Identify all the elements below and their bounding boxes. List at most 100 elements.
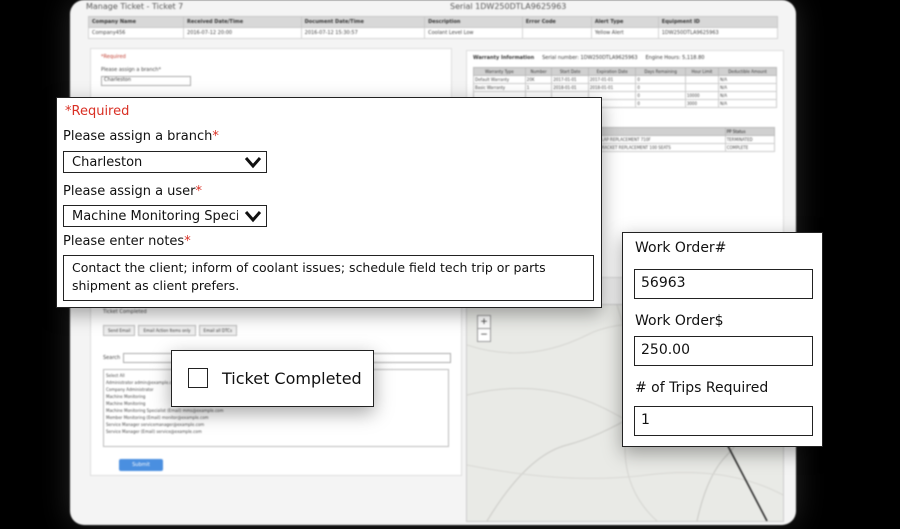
user-select-value: Machine Monitoring Specialist xyxy=(72,209,238,224)
background-branch-select[interactable]: Charleston xyxy=(101,76,191,86)
column-header: Start Date xyxy=(551,67,589,76)
work-order-number-label: Work Order# xyxy=(635,240,727,256)
zoom-in-icon[interactable]: + xyxy=(478,316,490,328)
required-note: *Required xyxy=(65,104,130,119)
table-cell: 2018-01-01 xyxy=(551,83,589,92)
column-header: Error Code xyxy=(521,16,592,28)
table-cell: COMPLETE xyxy=(724,143,776,152)
column-header: PP Status xyxy=(724,127,776,136)
background-ticket-completed-label: Ticket Completed xyxy=(103,309,147,315)
work-order-amount-input[interactable]: 250.00 xyxy=(634,336,813,366)
table-cell: 1 xyxy=(524,83,553,92)
column-header: Number xyxy=(524,67,553,76)
user-label-text: Please assign a user xyxy=(63,184,196,199)
assignment-form-card: *Required Please assign a branch* Charle… xyxy=(56,97,602,308)
list-item[interactable]: Service Manager servicemanager@example.c… xyxy=(106,421,446,428)
table-cell: 20K xyxy=(524,75,553,84)
column-header: Alert Type xyxy=(590,16,659,28)
ticket-completed-checkbox[interactable] xyxy=(188,368,208,388)
window-serial: Serial 1DW250DTLA9625963 xyxy=(450,2,567,11)
work-order-card: Work Order# 56963 Work Order$ 250.00 # o… xyxy=(622,232,823,447)
column-header: Deductible Amount xyxy=(718,67,777,76)
notes-label: Please enter notes* xyxy=(63,234,191,249)
notes-textarea[interactable]: Contact the client; inform of coolant is… xyxy=(63,255,594,301)
table-cell: Company456 xyxy=(87,27,185,39)
work-order-number-input[interactable]: 56963 xyxy=(634,269,813,299)
email-tabs: Send Email Email Action Items only Email… xyxy=(103,325,238,336)
chevron-down-icon xyxy=(244,211,262,223)
background-required-note: *Required xyxy=(101,54,126,60)
column-header xyxy=(597,127,726,136)
branch-select-value: Charleston xyxy=(72,155,143,170)
table-cell: 0 xyxy=(635,83,686,92)
column-header: Received Date/Time xyxy=(183,16,302,28)
column-header: Warranty Type xyxy=(473,67,526,76)
table-cell: N/A xyxy=(718,83,777,92)
notes-label-text: Please enter notes xyxy=(63,234,185,249)
table-cell: Yellow Alert xyxy=(590,27,659,39)
table-cell: Default Warranty xyxy=(473,75,526,84)
table-cell: 1DW250DTLA9625963 xyxy=(657,27,779,39)
column-header: Equipment ID xyxy=(657,16,779,28)
trips-required-input[interactable]: 1 xyxy=(634,406,813,436)
pp-status-table: PP Status FLAP REPLACEMENT 710F TERMINAT… xyxy=(597,127,776,152)
search-label: Search xyxy=(103,355,121,361)
table-cell: 0 xyxy=(635,75,686,84)
tab-email-action-items[interactable]: Email Action Items only xyxy=(138,325,196,336)
background-branch-label: Please assign a branch* xyxy=(101,67,161,73)
table-cell: N/A xyxy=(718,75,777,84)
table-cell: 0 xyxy=(635,99,686,108)
zoom-out-icon[interactable]: − xyxy=(478,328,490,341)
table-cell: Basic Warranty xyxy=(473,83,526,92)
table-row: Company456 2016-07-12 20:00 2016-07-12 1… xyxy=(87,27,779,39)
warranty-title: Warranty Information xyxy=(473,55,535,61)
branch-label: Please assign a branch* xyxy=(63,129,219,144)
trips-required-label: # of Trips Required xyxy=(635,380,769,396)
column-header: Days Remaining xyxy=(635,67,686,76)
required-asterisk: * xyxy=(195,184,203,199)
branch-label-text: Please assign a branch xyxy=(63,129,213,144)
table-cell: 2017-01-01 xyxy=(587,75,637,84)
ticket-completed-card: Ticket Completed xyxy=(171,350,374,407)
table-cell: 2018-01-01 xyxy=(587,83,637,92)
user-select[interactable]: Machine Monitoring Specialist xyxy=(63,205,267,227)
tab-email-all-dtcs[interactable]: Email all DTCs xyxy=(198,325,238,336)
column-header: Description xyxy=(424,16,523,28)
table-cell: 2016-07-12 20:00 xyxy=(183,27,302,39)
table-cell: N/A xyxy=(718,99,777,108)
table-cell: BRACKET REPLACEMENT 100 SEATS xyxy=(597,143,726,152)
required-asterisk: * xyxy=(184,234,191,249)
table-cell xyxy=(684,83,720,92)
submit-button[interactable]: Submit xyxy=(119,459,163,471)
tab-send-email[interactable]: Send Email xyxy=(103,325,136,336)
ticket-completed-label: Ticket Completed xyxy=(222,369,362,388)
warranty-header: Warranty Information Serial number: 1DW2… xyxy=(473,55,704,61)
user-label: Please assign a user* xyxy=(63,184,202,199)
branch-select[interactable]: Charleston xyxy=(63,151,267,173)
table-row: FLAP REPLACEMENT 710F TERMINATED xyxy=(597,135,776,144)
map-zoom-control: + − xyxy=(477,315,491,342)
table-cell xyxy=(521,27,592,39)
table-cell: 0 xyxy=(635,91,686,100)
column-header: Expiration Date xyxy=(587,67,637,76)
table-cell: TERMINATED xyxy=(724,135,776,144)
table-cell: N/A xyxy=(718,91,777,100)
table-cell: 3000 xyxy=(684,99,720,108)
table-cell: 10000 xyxy=(684,91,720,100)
table-row: Default Warranty 20K 2017-01-01 2017-01-… xyxy=(473,75,777,84)
work-order-amount-label: Work Order$ xyxy=(635,313,724,329)
table-cell: 2016-07-12 15:30:57 xyxy=(300,27,426,39)
column-header: Document Date/Time xyxy=(300,16,426,28)
chevron-down-icon xyxy=(244,157,262,169)
window-title: Manage Ticket - Ticket 7 xyxy=(86,2,184,11)
table-cell xyxy=(684,75,720,84)
list-item[interactable]: Service Manager (Email) service@example.… xyxy=(106,428,446,435)
warranty-engine-hours: Engine Hours: 5,118.80 xyxy=(645,55,705,61)
table-cell: Coolant Level Low xyxy=(424,27,523,39)
required-asterisk: * xyxy=(212,129,219,144)
ticket-summary-table: Company Name Received Date/Time Document… xyxy=(87,16,779,39)
table-cell: 2017-01-01 xyxy=(551,75,589,84)
list-item[interactable]: Machine Monitoring Specialist (Email) mm… xyxy=(106,407,446,414)
column-header: Hour Limit xyxy=(684,67,720,76)
list-item[interactable]: Member Monitoring (Email) monitor@exampl… xyxy=(106,414,446,421)
